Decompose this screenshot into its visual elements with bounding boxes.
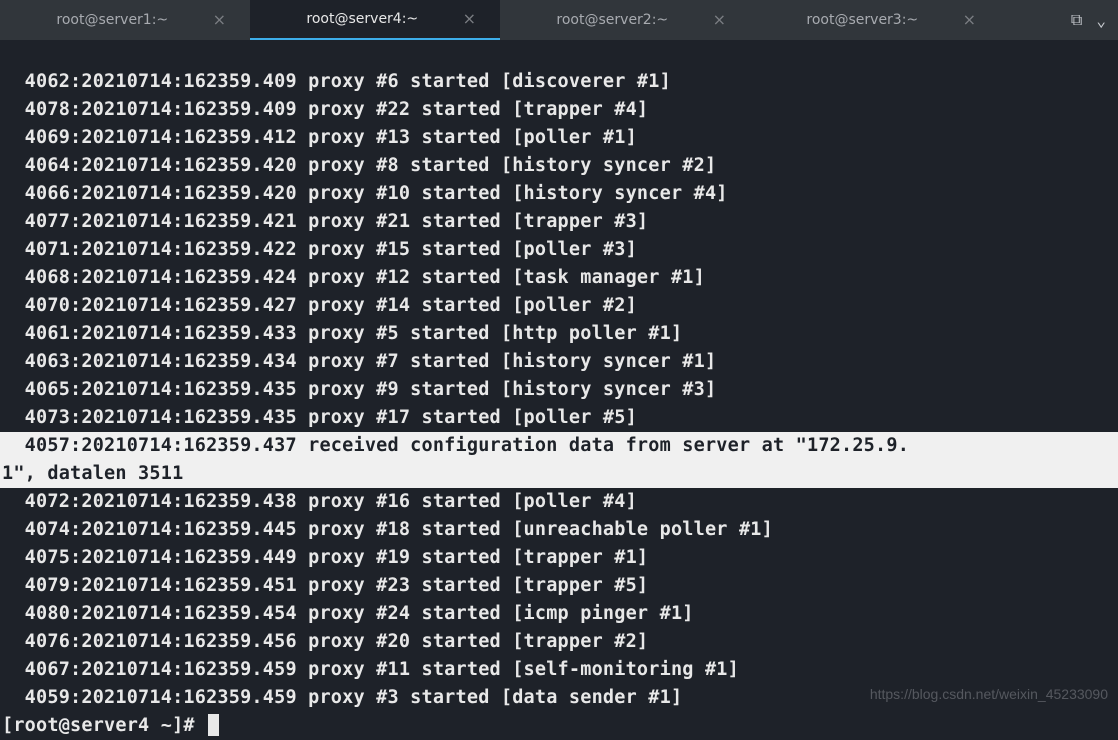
log-line: 1", datalen 3511 — [0, 460, 1118, 488]
menu-icon[interactable]: ⌄ — [1096, 11, 1106, 30]
log-line: 4063:20210714:162359.434 proxy #7 starte… — [0, 348, 1118, 376]
tab-title: root@server1:~ — [24, 12, 201, 28]
log-line: 4078:20210714:162359.409 proxy #22 start… — [0, 96, 1118, 124]
tab-server2[interactable]: root@server2:~ × — [500, 0, 750, 40]
log-line: 4064:20210714:162359.420 proxy #8 starte… — [0, 152, 1118, 180]
tab-title: root@server3:~ — [774, 12, 951, 28]
log-line: 4057:20210714:162359.437 received config… — [0, 432, 1118, 460]
log-line: 4067:20210714:162359.459 proxy #11 start… — [0, 656, 1118, 684]
terminal-output[interactable]: 4062:20210714:162359.409 proxy #6 starte… — [0, 40, 1118, 740]
log-line: 4073:20210714:162359.435 proxy #17 start… — [0, 404, 1118, 432]
tab-title: root@server4:~ — [274, 11, 451, 27]
tab-actions: ⧉ ⌄ — [1059, 0, 1118, 40]
log-line: 4076:20210714:162359.456 proxy #20 start… — [0, 628, 1118, 656]
log-line: 4079:20210714:162359.451 proxy #23 start… — [0, 572, 1118, 600]
tab-server4[interactable]: root@server4:~ × — [250, 0, 500, 40]
close-icon[interactable]: × — [213, 12, 226, 28]
log-line: 4062:20210714:162359.409 proxy #6 starte… — [0, 68, 1118, 96]
tab-server3[interactable]: root@server3:~ × — [750, 0, 1000, 40]
close-icon[interactable]: × — [463, 11, 476, 27]
log-line: 4071:20210714:162359.422 proxy #15 start… — [0, 236, 1118, 264]
close-icon[interactable]: × — [963, 12, 976, 28]
tab-title: root@server2:~ — [524, 12, 701, 28]
split-icon[interactable]: ⧉ — [1071, 10, 1082, 30]
log-line: 4068:20210714:162359.424 proxy #12 start… — [0, 264, 1118, 292]
cursor — [208, 714, 219, 736]
log-line: 4066:20210714:162359.420 proxy #10 start… — [0, 180, 1118, 208]
log-line: 4075:20210714:162359.449 proxy #19 start… — [0, 544, 1118, 572]
log-line: 4074:20210714:162359.445 proxy #18 start… — [0, 516, 1118, 544]
shell-prompt[interactable]: [root@server4 ~]# — [0, 712, 1118, 740]
log-line: 4061:20210714:162359.433 proxy #5 starte… — [0, 320, 1118, 348]
log-line: 4072:20210714:162359.438 proxy #16 start… — [0, 488, 1118, 516]
log-line: 4080:20210714:162359.454 proxy #24 start… — [0, 600, 1118, 628]
log-line: 4065:20210714:162359.435 proxy #9 starte… — [0, 376, 1118, 404]
tab-server1[interactable]: root@server1:~ × — [0, 0, 250, 40]
prompt-text: [root@server4 ~]# — [2, 715, 206, 736]
close-icon[interactable]: × — [713, 12, 726, 28]
log-line: 4070:20210714:162359.427 proxy #14 start… — [0, 292, 1118, 320]
tab-bar: root@server1:~ × root@server4:~ × root@s… — [0, 0, 1118, 40]
watermark: https://blog.csdn.net/weixin_45233090 — [870, 686, 1108, 702]
log-line: 4077:20210714:162359.421 proxy #21 start… — [0, 208, 1118, 236]
log-line: 4069:20210714:162359.412 proxy #13 start… — [0, 124, 1118, 152]
